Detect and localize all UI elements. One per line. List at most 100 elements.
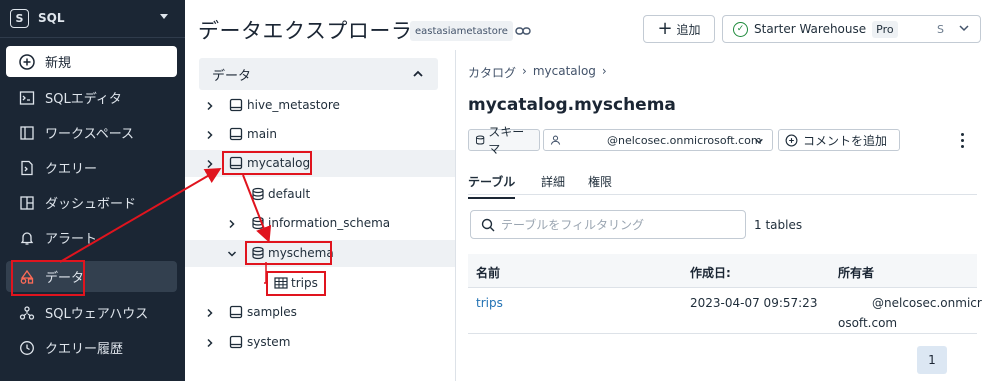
metastore-chip: eastasiametastore	[410, 21, 513, 41]
tab-tables[interactable]: テーブル	[468, 173, 516, 199]
catalog-icon	[229, 98, 243, 112]
tree-header-label: データ	[212, 68, 252, 84]
sidebar-divider	[0, 37, 185, 38]
sidebar-item-label: 新規	[45, 56, 72, 71]
chevron-up-icon	[412, 68, 424, 80]
breadcrumb: カタログ › mycatalog ›	[468, 64, 607, 81]
table-name-link[interactable]: trips	[476, 296, 503, 310]
tree-item-label: system	[247, 335, 291, 349]
schema-title: mycatalog.myschema	[468, 95, 676, 115]
pro-badge: Pro	[872, 20, 898, 38]
annotation-box-data	[11, 260, 85, 296]
add-comment-button[interactable]: コメントを追加	[778, 129, 900, 151]
sidebar-item-label: ダッシュボード	[45, 197, 137, 212]
warehouse-icon	[18, 304, 36, 322]
history-icon	[18, 339, 36, 357]
table-filter-field[interactable]	[470, 210, 746, 239]
pagination-page-1[interactable]: 1	[917, 346, 947, 374]
table-owner-line2: osoft.com	[838, 316, 898, 330]
sidebar-item-sql-warehouses[interactable]: SQLウェアハウス	[6, 297, 177, 328]
tree-item-information-schema[interactable]: information_schema	[199, 210, 455, 237]
table-header: 名前 作成日: 所有者	[468, 254, 977, 288]
sidebar: S SQL 新規 SQLエディタ ワークスペース クエリー ダッシュボード アラ…	[0, 0, 185, 381]
bell-icon	[18, 229, 36, 247]
tree-item-main[interactable]: main	[199, 121, 455, 148]
breadcrumb-separator: ›	[522, 64, 527, 78]
tree-item-system[interactable]: system	[199, 329, 455, 356]
add-button[interactable]: + 追加	[643, 15, 715, 43]
sidebar-item-workspace[interactable]: ワークスペース	[6, 117, 177, 148]
breadcrumb-catalogs[interactable]: カタログ	[468, 64, 516, 81]
app-name: SQL	[38, 11, 65, 25]
annotation-box-mycatalog	[222, 151, 312, 175]
sql-editor-icon	[18, 89, 36, 107]
annotation-box-trips	[266, 271, 326, 296]
column-header-name[interactable]: 名前	[476, 264, 500, 281]
sidebar-item-label: SQLエディタ	[45, 92, 122, 107]
chevron-right-icon	[207, 159, 213, 169]
tree-item-default[interactable]: default	[199, 181, 455, 208]
plus-circle-icon	[18, 53, 36, 71]
annotation-box-myschema	[245, 241, 332, 265]
query-icon	[18, 159, 36, 177]
sidebar-item-alerts[interactable]: アラート	[6, 222, 177, 253]
chevron-down-icon	[227, 251, 237, 257]
catalog-icon	[229, 305, 243, 319]
tree-item-label: default	[268, 187, 311, 201]
app-switcher[interactable]: S SQL	[10, 6, 178, 30]
tree-item-label: information_schema	[268, 216, 391, 230]
tab-permissions[interactable]: 権限	[588, 173, 612, 197]
tree-item-label: hive_metastore	[247, 98, 340, 112]
schema-icon	[475, 135, 485, 145]
search-icon	[481, 218, 495, 231]
sidebar-item-dashboards[interactable]: ダッシュボード	[6, 187, 177, 218]
chevron-right-icon	[229, 219, 235, 229]
sidebar-item-new[interactable]: 新規	[6, 46, 177, 77]
chevron-right-icon	[207, 101, 213, 111]
tab-details[interactable]: 詳細	[541, 173, 565, 197]
user-icon	[550, 135, 561, 145]
sidebar-item-query-history[interactable]: クエリー履歴	[6, 332, 177, 363]
sidebar-item-label: クエリー	[45, 162, 98, 177]
warehouse-size: S	[937, 23, 944, 36]
workspace-icon	[18, 124, 36, 142]
catalog-icon	[229, 127, 243, 141]
link-icon[interactable]	[514, 22, 532, 40]
catalog-icon	[229, 335, 243, 349]
tree-item-label: main	[247, 127, 277, 141]
sidebar-item-queries[interactable]: クエリー	[6, 152, 177, 183]
chevron-right-icon	[207, 338, 213, 348]
column-header-created[interactable]: 作成日:	[690, 264, 731, 281]
tree-item-trips[interactable]: trips	[199, 270, 455, 297]
table-count: 1 tables	[754, 218, 803, 232]
column-header-owner[interactable]: 所有者	[838, 264, 874, 281]
chevron-down-icon	[958, 22, 970, 34]
tab-bar: テーブル 詳細 権限	[468, 168, 977, 199]
comment-plus-icon	[785, 134, 798, 146]
sidebar-item-sql-editor[interactable]: SQLエディタ	[6, 82, 177, 113]
breadcrumb-mycatalog[interactable]: mycatalog	[533, 64, 596, 81]
data-tree-panel: データ hive_metastore main mycatalog defaul…	[185, 50, 456, 381]
breadcrumb-separator: ›	[601, 64, 607, 78]
tree-item-hive-metastore[interactable]: hive_metastore	[199, 92, 455, 119]
table-filter-input[interactable]	[501, 217, 731, 232]
table-owner-line1: @nelcosec.onmicr	[872, 296, 982, 310]
chevron-right-icon	[207, 308, 213, 318]
tree-item-label: samples	[247, 305, 297, 319]
sidebar-item-label: ワークスペース	[45, 127, 135, 142]
warehouse-selector[interactable]: ✓ Starter Warehouse Pro S	[722, 15, 981, 43]
sidebar-item-label: アラート	[45, 232, 98, 247]
owner-email: @nelcosec.onmicrosoft.com	[607, 133, 762, 147]
schema-type-chip: スキーマ	[468, 125, 540, 156]
warehouse-name: Starter Warehouse	[754, 22, 867, 36]
chevron-down-icon	[755, 138, 763, 144]
chevron-right-icon	[207, 130, 213, 140]
page-title: データエクスプローラ	[198, 19, 413, 43]
tree-header[interactable]: データ	[199, 58, 438, 90]
schema-icon	[252, 216, 264, 230]
kebab-menu-icon[interactable]	[957, 131, 967, 149]
caret-down-icon	[160, 14, 168, 19]
sidebar-item-label: SQLウェアハウス	[45, 307, 149, 322]
owner-selector[interactable]: @nelcosec.onmicrosoft.com	[543, 129, 773, 151]
tree-item-samples[interactable]: samples	[199, 299, 455, 326]
